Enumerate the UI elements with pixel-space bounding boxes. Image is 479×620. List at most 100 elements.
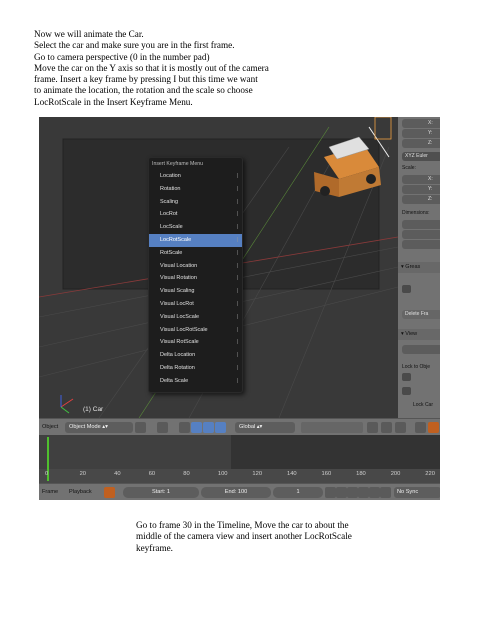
timeline-out-of-range: [231, 435, 440, 469]
snap-icon[interactable]: [381, 422, 392, 433]
text-line: Go to camera perspective (0 in the numbe…: [34, 51, 210, 62]
menu-item-visual-location[interactable]: Visual Location |: [149, 260, 242, 273]
viewport-header: Object Object Mode ▴▾ Global ▴▾: [39, 418, 440, 436]
menu-item-delta-rotation[interactable]: Delta Rotation |: [149, 362, 242, 375]
shading-icon[interactable]: [135, 422, 146, 433]
end-frame-field[interactable]: End: 100: [201, 487, 271, 498]
manipulator-icon[interactable]: [179, 422, 190, 433]
menu-item-scaling[interactable]: Scaling |: [149, 196, 242, 209]
orientation-select[interactable]: Global ▴▾: [235, 422, 295, 433]
menu-item-marker: |: [236, 352, 238, 359]
text-line: middle of the camera view and insert ano…: [136, 531, 352, 542]
menu-item-label: Visual RotScale: [160, 339, 199, 346]
timeline-footer: Frame Playback Start: 1 End: 100 1 No Sy…: [39, 483, 440, 500]
text-line: Now we will animate the Car.: [34, 29, 144, 39]
text-line: keyframe.: [136, 542, 173, 553]
menu-item-locrot[interactable]: LocRot |: [149, 208, 242, 221]
scale-icon[interactable]: [215, 422, 226, 433]
rotate-icon[interactable]: [203, 422, 214, 433]
pivot-icon[interactable]: [157, 422, 168, 433]
sync-select[interactable]: No Sync: [394, 487, 440, 498]
jump-start-icon[interactable]: [325, 487, 336, 498]
menu-item-marker: |: [236, 185, 238, 192]
menu-item-marker: |: [236, 224, 238, 231]
menu-item-visual-locrot[interactable]: Visual LocRot |: [149, 298, 242, 311]
loc-z-field[interactable]: Z:: [402, 139, 440, 148]
menu-item-label: Visual LocRot: [160, 300, 194, 307]
menu-item-label: Delta Scale: [160, 377, 189, 384]
current-frame-field[interactable]: 1: [273, 487, 323, 498]
scale-x-field[interactable]: X:: [402, 175, 440, 184]
scale-y-field[interactable]: Y:: [402, 185, 440, 194]
play-icon[interactable]: [358, 487, 369, 498]
menu-item-label: Visual Location: [160, 262, 198, 269]
grease-pencil-header[interactable]: ▾ Greas: [398, 262, 440, 273]
blender-screenshot: (1) Car Insert Keyframe Menu Location | Ro…: [39, 117, 440, 500]
menu-item-delta-scale[interactable]: Delta Scale |: [149, 375, 242, 388]
menu-items: Location | Rotation | Scaling | LocRot | LocScal…: [149, 170, 242, 388]
menu-item-visual-scaling[interactable]: Visual Scaling |: [149, 285, 242, 298]
timeline-editor-icon[interactable]: [104, 487, 115, 498]
menu-item-marker: |: [236, 249, 238, 256]
loc-y-field[interactable]: Y:: [402, 129, 440, 138]
translate-icon[interactable]: [191, 422, 202, 433]
dim-z-field[interactable]: [402, 240, 440, 249]
text-line: Go to frame 30 in the Timeline, Move the…: [136, 520, 349, 530]
mode-select[interactable]: Object Mode ▴▾: [65, 422, 133, 433]
menu-item-locrotscale[interactable]: LocRotScale |: [149, 233, 242, 247]
frame-menu[interactable]: Frame: [42, 487, 58, 498]
menu-item-marker: |: [236, 275, 238, 282]
menu-item-locscale[interactable]: LocScale |: [149, 221, 242, 234]
next-keyframe-icon[interactable]: [369, 487, 380, 498]
dimensions-label: Dimensions:: [402, 210, 430, 216]
dim-x-field[interactable]: [402, 220, 440, 229]
menu-title: Insert Keyframe Menu: [152, 161, 204, 167]
timeline[interactable]: 0 20 40 60 80 100 120 140 160 180 200 220: [39, 435, 440, 483]
snap-target-icon[interactable]: [395, 422, 406, 433]
start-frame-field[interactable]: Start: 1: [123, 487, 199, 498]
dim-y-field[interactable]: [402, 230, 440, 239]
menu-item-marker: |: [236, 198, 238, 205]
lock-camera-label: Lock Car: [413, 402, 434, 408]
object-picker-icon[interactable]: [402, 373, 411, 381]
menu-item-visual-locrotscale[interactable]: Visual LocRotScale |: [149, 324, 242, 337]
view-panel-header[interactable]: ▾ View: [398, 329, 440, 340]
menu-item-marker: |: [236, 211, 238, 218]
play-reverse-icon[interactable]: [347, 487, 358, 498]
lock-to-object-label: Lock to Obje: [402, 364, 431, 370]
menu-item-visual-rotation[interactable]: Visual Rotation |: [149, 272, 242, 285]
timeline-tick-label: 60: [148, 471, 156, 477]
menu-item-label: LocScale: [160, 224, 183, 231]
anim-icon[interactable]: [428, 422, 439, 433]
menu-item-label: Visual Rotation: [160, 275, 197, 282]
playback-menu[interactable]: Playback: [69, 487, 92, 498]
menu-item-rotscale[interactable]: RotScale |: [149, 247, 242, 260]
object-menu[interactable]: Object: [42, 422, 58, 433]
layers-grid[interactable]: [301, 422, 363, 433]
menu-item-marker: |: [236, 288, 238, 295]
scale-z-field[interactable]: Z:: [402, 195, 440, 204]
lock-layers-icon[interactable]: [367, 422, 378, 433]
delete-frame-button[interactable]: Delete Fra: [402, 310, 440, 319]
render-icon[interactable]: [415, 422, 426, 433]
loc-x-field[interactable]: X:: [402, 119, 440, 128]
menu-item-marker: |: [236, 339, 238, 346]
lock-checkbox[interactable]: [402, 387, 411, 395]
lens-field[interactable]: [402, 345, 440, 354]
pencil-icon[interactable]: [402, 285, 411, 293]
menu-item-location[interactable]: Location |: [149, 170, 242, 183]
rotation-mode-select[interactable]: XYZ Euler: [402, 152, 440, 161]
menu-item-visual-rotscale[interactable]: Visual RotScale |: [149, 336, 242, 349]
menu-item-visual-locscale[interactable]: Visual LocScale |: [149, 311, 242, 324]
intro-paragraph: Now we will animate the Car. Select the c…: [34, 29, 334, 108]
menu-item-delta-location[interactable]: Delta Location |: [149, 349, 242, 362]
3d-viewport[interactable]: (1) Car Insert Keyframe Menu Location | Ro…: [39, 117, 398, 418]
menu-item-rotation[interactable]: Rotation |: [149, 183, 242, 196]
jump-end-icon[interactable]: [380, 487, 391, 498]
insert-keyframe-menu: Insert Keyframe Menu Location | Rotation | S…: [148, 157, 243, 393]
prev-keyframe-icon[interactable]: [336, 487, 347, 498]
menu-item-marker: |: [236, 377, 238, 384]
timeline-tick-label: 80: [183, 471, 190, 477]
timeline-tick-label: 180: [356, 471, 366, 477]
menu-item-marker: |: [236, 364, 238, 371]
